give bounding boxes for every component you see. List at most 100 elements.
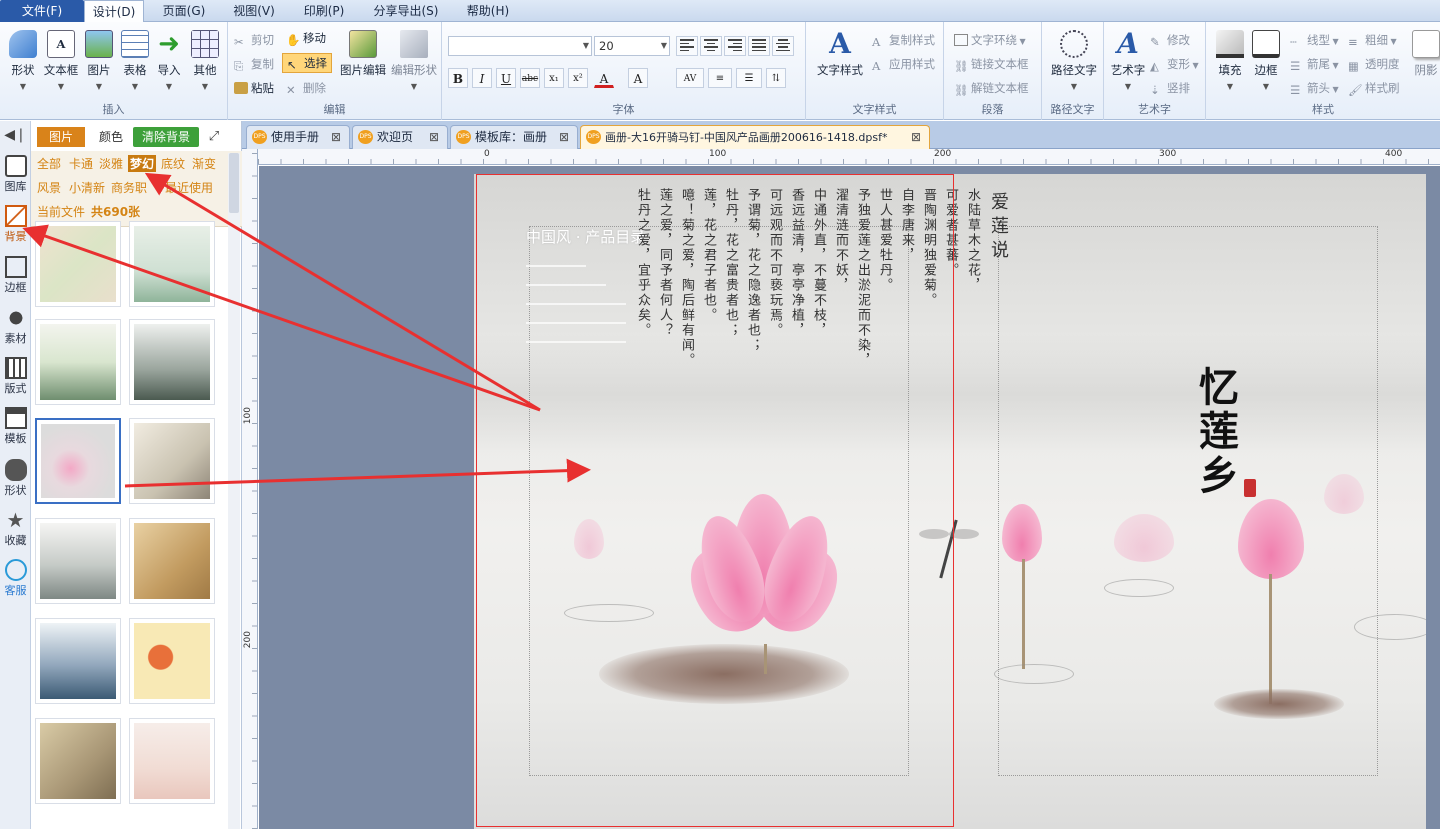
background-thumbnail[interactable] <box>35 319 121 405</box>
line-end-button[interactable]: ☰ 箭尾 ▼ <box>1290 56 1339 73</box>
background-thumbnail[interactable] <box>35 518 121 604</box>
leftbar-layout[interactable]: 版式 <box>0 357 31 396</box>
tab-active-document[interactable]: DPS 画册-大16开骑马钉-中国风产品画册200616-1418.dpsf* ⊠ <box>580 125 930 149</box>
category-cartoon[interactable]: 卡通 <box>69 155 93 172</box>
underline-button[interactable]: U <box>496 68 516 88</box>
font-color-button[interactable]: A <box>594 68 614 88</box>
cut-button[interactable]: ✂ 剪切 <box>234 32 274 49</box>
link-textbox-button[interactable]: ⛓ 链接文本框 <box>954 56 1029 73</box>
fill-button[interactable]: 填充 ▼ <box>1212 30 1248 91</box>
background-thumbnail[interactable] <box>129 718 215 804</box>
italic-button[interactable]: I <box>472 68 492 88</box>
align-justify-button[interactable] <box>748 36 770 56</box>
menu-view[interactable]: 视图(V) <box>222 0 286 22</box>
text-direction-button[interactable]: ⇅ <box>766 68 786 88</box>
panel-scrollbar[interactable] <box>228 153 240 829</box>
close-tab-icon[interactable]: ⊠ <box>331 126 341 148</box>
art-modify-button[interactable]: ✎ 修改 <box>1150 32 1190 49</box>
copy-button[interactable]: ⎘ 复制 <box>234 56 274 73</box>
bold-button[interactable]: B <box>448 68 468 88</box>
move-button[interactable]: ✋ 移动 <box>286 30 326 47</box>
font-highlight-button[interactable]: A <box>628 68 648 88</box>
category-all[interactable]: 全部 <box>37 155 61 172</box>
close-tab-icon[interactable]: ⊠ <box>911 126 921 148</box>
image-edit-button[interactable]: 图片编辑 <box>336 30 390 78</box>
align-distribute-button[interactable] <box>772 36 794 56</box>
import-button[interactable]: ➜ 导入 ▼ <box>152 30 186 91</box>
leftbar-material[interactable]: 素材 <box>0 307 31 346</box>
brand-title[interactable]: 忆莲乡 <box>1186 366 1244 498</box>
path-text-button[interactable]: 路径文字 ▼ <box>1046 30 1102 91</box>
paste-button[interactable]: 粘贴 <box>234 80 274 96</box>
superscript-button[interactable]: x² <box>568 68 588 88</box>
poem-title[interactable]: 爱莲说 <box>988 192 1009 264</box>
char-spacing-button[interactable]: AV <box>676 68 704 88</box>
border-button[interactable]: 边框 ▼ <box>1248 30 1284 91</box>
art-transform-button[interactable]: ◭ 变形 ▼ <box>1150 56 1199 73</box>
background-thumbnail[interactable] <box>129 418 215 504</box>
shadow-button[interactable]: 阴影 <box>1410 30 1440 78</box>
font-family-select[interactable]: ▼ <box>448 36 592 56</box>
menu-design[interactable]: 设计(D) <box>84 0 144 23</box>
category-dreamy[interactable]: 梦幻 <box>128 155 157 172</box>
menu-print[interactable]: 印刷(P) <box>292 0 356 22</box>
background-thumbnail[interactable] <box>35 718 121 804</box>
expand-panel-icon[interactable]: ⤢ <box>205 127 223 147</box>
left-page-selection[interactable] <box>476 174 954 827</box>
align-center-button[interactable] <box>700 36 722 56</box>
current-file-label[interactable]: 当前文件 <box>37 203 85 220</box>
leftbar-gallery[interactable]: 图库 <box>0 155 31 194</box>
category-gradient[interactable]: 渐变 <box>192 155 216 172</box>
art-vertical-button[interactable]: ⇣ 竖排 <box>1150 80 1190 97</box>
menu-page[interactable]: 页面(G) <box>152 0 216 22</box>
category-texture[interactable]: 底纹 <box>161 155 185 172</box>
tab-welcome[interactable]: DPS 欢迎页 ⊠ <box>352 125 448 149</box>
align-right-button[interactable] <box>724 36 746 56</box>
background-thumbnail[interactable] <box>129 221 215 307</box>
leftbar-background[interactable]: 背景 <box>0 205 31 244</box>
collapse-panel-icon[interactable]: ◀❘ <box>0 127 31 143</box>
background-thumbnail[interactable] <box>129 618 215 704</box>
paragraph-spacing-button[interactable]: ☰ <box>736 68 762 88</box>
line-type-button[interactable]: ┄ 线型 ▼ <box>1290 32 1339 49</box>
menu-help[interactable]: 帮助(H) <box>458 0 518 22</box>
leftbar-favorite[interactable]: ★ 收藏 <box>0 509 31 548</box>
scrollbar-thumb[interactable] <box>229 153 239 213</box>
leftbar-template[interactable]: 模板 <box>0 407 31 446</box>
strikethrough-button[interactable]: abc <box>520 68 540 88</box>
line-spacing-button[interactable]: ≡ <box>708 68 732 88</box>
leftbar-service[interactable]: 客服 <box>0 559 31 598</box>
background-thumbnail[interactable] <box>35 618 121 704</box>
leftbar-border[interactable]: 边框 <box>0 256 31 295</box>
category-business[interactable]: 商务职 <box>111 179 147 196</box>
menu-file[interactable]: 文件(F) <box>0 0 84 22</box>
align-left-button[interactable] <box>676 36 698 56</box>
leftbar-shape[interactable]: 形状 <box>0 459 31 498</box>
opacity-button[interactable]: ▦ 透明度 <box>1348 56 1400 73</box>
other-button[interactable]: 其他 ▼ <box>188 30 222 91</box>
copy-style-button[interactable]: A 复制样式 <box>872 32 935 49</box>
font-size-select[interactable]: 20 ▼ <box>594 36 670 56</box>
tab-template-library[interactable]: DPS 模板库：画册 ⊠ <box>450 125 578 149</box>
tab-user-manual[interactable]: DPS 使用手册 ⊠ <box>246 125 350 149</box>
background-thumbnail[interactable] <box>129 518 215 604</box>
menu-share-export[interactable]: 分享导出(S) <box>362 0 450 22</box>
text-wrap-button[interactable]: 文字环绕 ▼ <box>954 32 1026 48</box>
category-elegant[interactable]: 淡雅 <box>99 155 123 172</box>
table-button[interactable]: 表格 ▼ <box>118 30 152 91</box>
tab-color[interactable]: 颜色 <box>87 127 135 147</box>
edit-shape-button[interactable]: 编辑形状 ▼ <box>388 30 440 91</box>
background-thumbnail[interactable] <box>129 319 215 405</box>
close-tab-icon[interactable]: ⊠ <box>429 126 439 148</box>
art-text-button[interactable]: A 艺术字 ▼ <box>1106 30 1150 92</box>
category-landscape[interactable]: 风景 <box>37 179 61 196</box>
shape-button[interactable]: 形状 ▼ <box>6 30 40 91</box>
thickness-button[interactable]: ≡ 粗细 ▼ <box>1348 32 1397 49</box>
textbox-button[interactable]: A 文本框 ▼ <box>42 30 80 91</box>
image-button[interactable]: 图片 ▼ <box>82 30 116 91</box>
select-button[interactable]: ↖ 选择 <box>282 53 332 73</box>
unlink-textbox-button[interactable]: ⛓ 解链文本框 <box>954 80 1029 97</box>
subscript-button[interactable]: x₁ <box>544 68 564 88</box>
style-brush-button[interactable]: 🖌 样式刷 <box>1348 80 1400 97</box>
category-fresh[interactable]: 小清新 <box>69 179 105 196</box>
